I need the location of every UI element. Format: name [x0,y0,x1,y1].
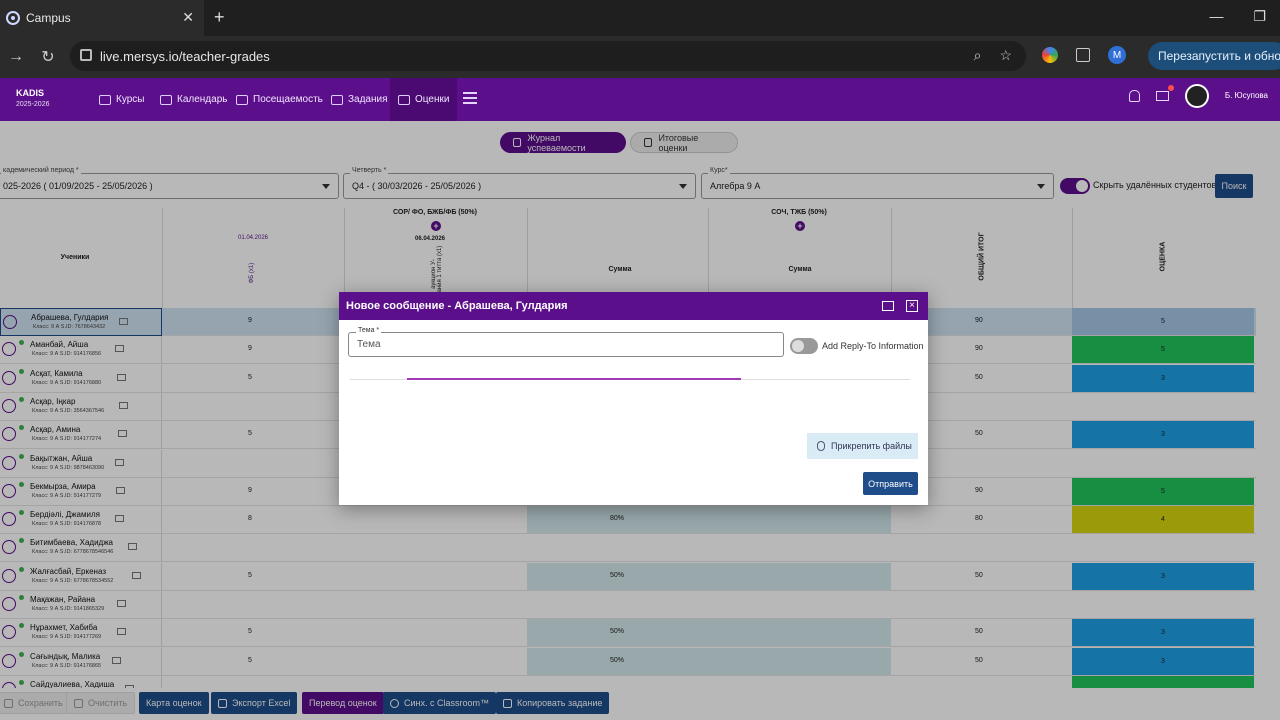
new-tab-icon[interactable]: + [214,7,225,28]
nav-calendar[interactable]: Календарь [160,78,227,121]
menu-icon[interactable] [463,92,477,104]
send-button[interactable]: Отправить [863,472,918,495]
browser-tab[interactable]: Campus ✕ [0,0,204,36]
calendar-icon [160,94,172,105]
paperclip-icon [817,441,825,451]
attendance-icon [236,94,248,105]
subject-field[interactable]: Тема * Тема [348,327,784,357]
nav-assignments[interactable]: Задания [331,78,388,121]
brand-year: 2025-2026 [16,101,50,108]
reply-to-toggle[interactable] [790,338,818,354]
campus-favicon-icon [6,11,20,25]
brand-name: KADIS [16,88,45,98]
nav-courses[interactable]: Курсы [99,78,144,121]
nav-grades[interactable]: Оценки [390,78,458,121]
header-actions: Б. Юсупова [1128,84,1268,108]
extension-icon[interactable] [1042,47,1058,63]
nav-attendance[interactable]: Посещаемость [236,78,323,121]
close-tab-icon[interactable]: ✕ [182,9,194,26]
notification-badge [1167,85,1174,91]
close-icon[interactable]: × [906,300,918,312]
dialog-title: Новое сообщение - Абрашева, Гулдария [339,292,928,320]
relaunch-update-button[interactable]: Перезапустить и обновить [1148,42,1280,70]
url-text: live.mersys.io/teacher-grades [100,48,270,64]
nav-label: Курсы [116,94,145,105]
reply-to-label: Add Reply-To Information [822,341,924,351]
app-header: KADIS 2025-2026 Курсы Календарь Посещаем… [0,78,1280,121]
courses-icon [99,94,111,105]
tab-title: Campus [26,11,71,25]
nav-label: Задания [348,94,388,105]
editor-loading-bar [407,378,741,380]
nav-label: Оценки [415,94,450,105]
bookmark-star-icon[interactable]: ☆ [999,47,1012,64]
nav-label: Календарь [177,94,228,105]
restore-icon[interactable]: ❐ [1253,8,1266,25]
extensions-area: M [1042,46,1126,64]
window-controls: — ❐ [1209,8,1266,25]
zoom-icon[interactable]: ⌕ [974,47,982,64]
subject-placeholder: Тема [357,339,381,350]
reload-icon[interactable]: ↻ [32,47,64,67]
user-avatar[interactable] [1184,84,1209,108]
puzzle-icon[interactable] [1076,48,1090,62]
attach-files-button[interactable]: Прикрепить файлы [807,433,918,459]
new-message-dialog: Новое сообщение - Абрашева, Гулдария × Т… [339,292,928,505]
minimize-icon[interactable]: — [1209,8,1223,25]
grades-chart-icon [398,94,410,105]
url-field[interactable]: live.mersys.io/teacher-grades ⌕ ☆ [70,41,1026,71]
browser-tab-bar: Campus ✕ + — ❐ [0,0,1280,36]
profile-avatar[interactable]: M [1108,46,1126,64]
forward-icon[interactable]: → [0,48,32,66]
nav-label: Посещаемость [253,94,323,105]
user-name[interactable]: Б. Юсупова [1225,91,1268,101]
brand[interactable]: KADIS 2025-2026 [16,88,49,110]
mail-icon[interactable] [1155,85,1174,101]
maximize-icon[interactable] [882,301,894,311]
assignments-icon [331,94,343,105]
bell-icon[interactable] [1128,90,1140,102]
attach-label: Прикрепить файлы [831,441,912,451]
site-info-icon[interactable] [80,49,92,61]
subject-label: Тема * [356,327,382,334]
dialog-title-text: Новое сообщение - Абрашева, Гулдария [346,300,568,312]
